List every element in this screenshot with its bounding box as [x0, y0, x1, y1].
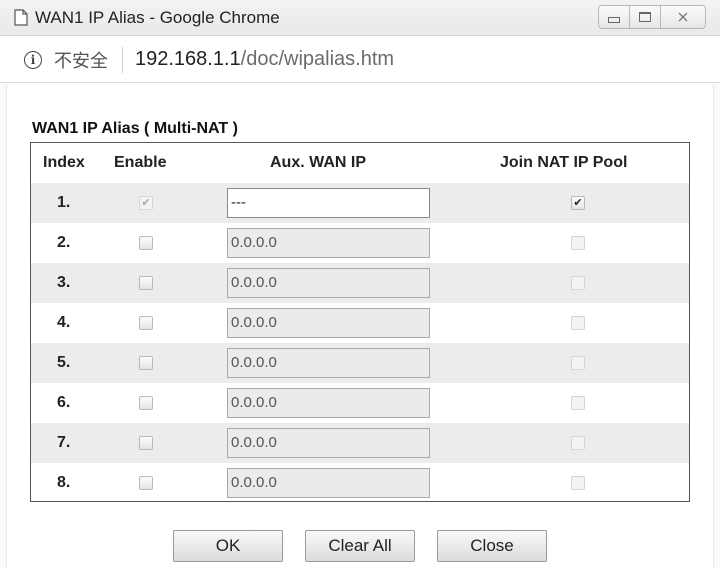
aux-wan-ip-input[interactable]: 0.0.0.0	[227, 468, 430, 498]
header-join-nat: Join NAT IP Pool	[500, 154, 628, 171]
address-bar[interactable]: i 不安全 192.168.1.1/doc/wipalias.htm	[0, 37, 720, 83]
info-icon[interactable]: i	[24, 50, 42, 69]
table-row: 5. 0.0.0.0	[31, 343, 689, 383]
ok-button[interactable]: OK	[173, 530, 283, 562]
aux-wan-ip-input[interactable]: ---	[227, 188, 430, 218]
join-nat-checkbox	[571, 236, 585, 250]
insecure-label: 不安全	[54, 50, 108, 72]
enable-checkbox[interactable]	[139, 396, 153, 410]
join-nat-checkbox	[571, 316, 585, 330]
enable-checkbox[interactable]	[139, 436, 153, 450]
check-icon: ✔	[573, 196, 583, 209]
aux-wan-ip-input[interactable]: 0.0.0.0	[227, 428, 430, 458]
clear-all-button[interactable]: Clear All	[305, 530, 415, 562]
enable-checkbox[interactable]	[139, 236, 153, 250]
row-index: 2.	[57, 234, 71, 251]
join-nat-checkbox[interactable]: ✔	[571, 196, 585, 210]
window-border-left	[0, 84, 7, 568]
header-aux-wan-ip: Aux. WAN IP	[270, 154, 367, 171]
join-nat-checkbox	[571, 436, 585, 450]
enable-checkbox[interactable]	[139, 276, 153, 290]
table-row: 4. 0.0.0.0	[31, 303, 689, 343]
join-nat-checkbox	[571, 356, 585, 370]
close-icon	[678, 12, 688, 22]
minimize-button[interactable]	[598, 5, 630, 29]
url-text: 192.168.1.1/doc/wipalias.htm	[135, 48, 394, 71]
url-host: 192.168.1.1	[135, 48, 241, 70]
table-row: 2. 0.0.0.0	[31, 223, 689, 263]
url-path: /doc/wipalias.htm	[240, 48, 395, 70]
section-title: WAN1 IP Alias ( Multi-NAT )	[32, 120, 238, 137]
table-row: 7. 0.0.0.0	[31, 423, 689, 463]
enable-checkbox[interactable]	[139, 316, 153, 330]
enable-checkbox[interactable]	[139, 476, 153, 490]
row-index: 5.	[57, 354, 71, 371]
alias-table: Index Enable Aux. WAN IP Join NAT IP Poo…	[30, 142, 690, 502]
enable-checkbox[interactable]	[139, 356, 153, 370]
maximize-icon	[639, 12, 651, 22]
maximize-button[interactable]	[629, 5, 661, 29]
aux-wan-ip-input[interactable]: 0.0.0.0	[227, 348, 430, 378]
check-icon: ✔	[141, 196, 151, 209]
window-titlebar: WAN1 IP Alias - Google Chrome	[0, 0, 720, 36]
aux-wan-ip-input[interactable]: 0.0.0.0	[227, 308, 430, 338]
row-index: 8.	[57, 474, 71, 491]
window-border-right	[713, 84, 720, 568]
window-controls	[598, 5, 706, 29]
header-enable: Enable	[114, 154, 167, 171]
close-button[interactable]: Close	[437, 530, 547, 562]
row-index: 1.	[57, 194, 71, 211]
table-row: 8. 0.0.0.0	[31, 463, 689, 503]
address-separator	[122, 46, 123, 73]
minimize-icon	[608, 17, 620, 23]
page-icon	[14, 9, 28, 26]
row-index: 6.	[57, 394, 71, 411]
join-nat-checkbox	[571, 476, 585, 490]
aux-wan-ip-input[interactable]: 0.0.0.0	[227, 388, 430, 418]
table-row: 1. ✔ --- ✔	[31, 183, 689, 223]
table-row: 6. 0.0.0.0	[31, 383, 689, 423]
aux-wan-ip-input[interactable]: 0.0.0.0	[227, 228, 430, 258]
join-nat-checkbox	[571, 396, 585, 410]
row-index: 4.	[57, 314, 71, 331]
header-index: Index	[43, 154, 85, 171]
window-title: WAN1 IP Alias - Google Chrome	[35, 7, 280, 27]
table-row: 3. 0.0.0.0	[31, 263, 689, 303]
enable-checkbox: ✔	[139, 196, 153, 210]
close-window-button[interactable]	[660, 5, 706, 29]
aux-wan-ip-input[interactable]: 0.0.0.0	[227, 268, 430, 298]
row-index: 3.	[57, 274, 71, 291]
join-nat-checkbox	[571, 276, 585, 290]
row-index: 7.	[57, 434, 71, 451]
table-header: Index Enable Aux. WAN IP Join NAT IP Poo…	[31, 143, 689, 183]
